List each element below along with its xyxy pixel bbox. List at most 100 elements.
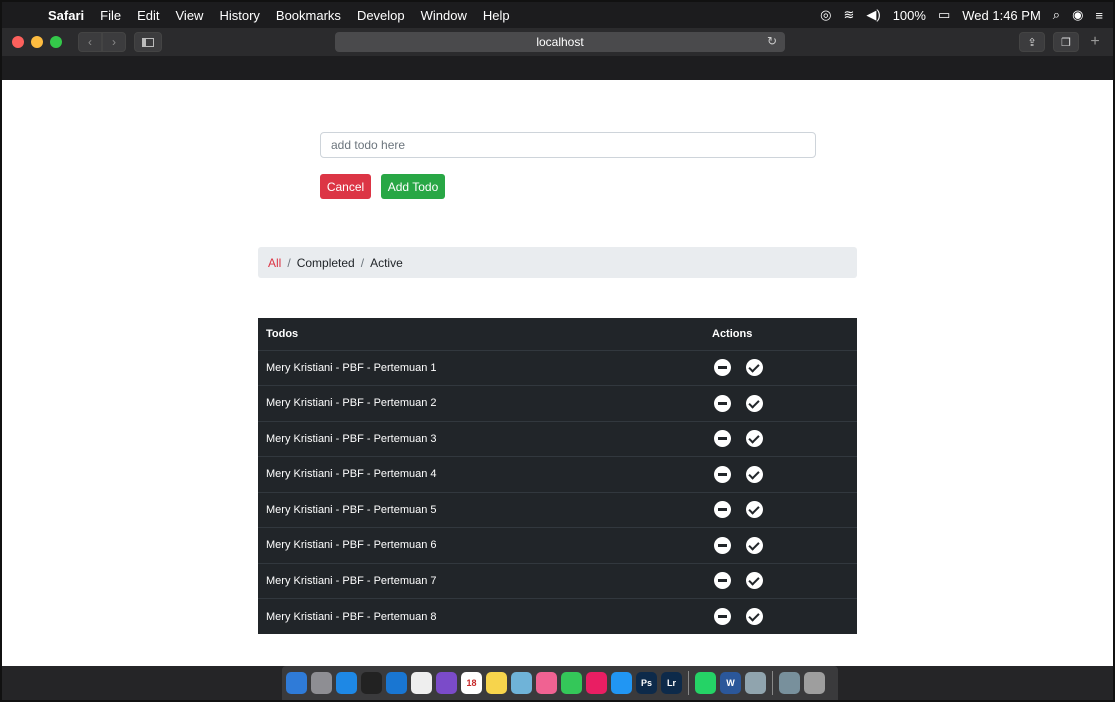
url-text: localhost — [536, 35, 584, 49]
word-icon[interactable]: W — [720, 672, 741, 694]
menu-file[interactable]: File — [92, 8, 129, 23]
app-store-icon[interactable] — [611, 672, 632, 694]
new-tab-button[interactable]: + — [1087, 33, 1103, 51]
notes-icon[interactable] — [486, 672, 507, 694]
spotlight-icon[interactable]: ⌕ — [1053, 7, 1060, 23]
delete-icon[interactable] — [714, 394, 731, 412]
delete-icon[interactable] — [714, 501, 731, 519]
photoshop-icon[interactable]: Ps — [636, 672, 657, 694]
sidebar-toggle-button[interactable] — [134, 32, 162, 52]
add-todo-button[interactable]: Add Todo — [381, 174, 445, 199]
complete-icon[interactable] — [746, 465, 763, 483]
todo-text: Mery Kristiani - PBF - Pertemuan 6 — [258, 527, 712, 563]
row-actions — [712, 456, 857, 492]
menu-bookmarks[interactable]: Bookmarks — [268, 8, 349, 23]
safari-icon[interactable] — [336, 672, 357, 694]
delete-icon[interactable] — [714, 430, 731, 448]
sublime-icon[interactable] — [411, 672, 432, 694]
forward-button[interactable]: › — [102, 32, 126, 52]
menu-bar: Safari File Edit View History Bookmarks … — [2, 2, 1113, 28]
trash-icon[interactable] — [804, 672, 825, 694]
calendar-icon[interactable]: 18 — [461, 672, 482, 694]
volume-icon[interactable]: ◀) — [866, 7, 880, 23]
todo-text: Mery Kristiani - PBF - Pertemuan 1 — [258, 349, 712, 386]
minimize-window-icon[interactable] — [31, 36, 43, 48]
complete-icon[interactable] — [746, 359, 763, 377]
filter-active-link[interactable]: Active — [370, 256, 403, 270]
todo-text: Mery Kristiani - PBF - Pertemuan 8 — [258, 598, 712, 634]
battery-icon[interactable]: ▭ — [938, 7, 950, 23]
dock-divider — [772, 671, 773, 695]
downloads-icon[interactable] — [779, 672, 800, 694]
nav-buttons: ‹ › — [78, 32, 126, 52]
table-row: Mery Kristiani - PBF - Pertemuan 6 — [258, 527, 857, 563]
row-actions — [712, 385, 857, 421]
filter-breadcrumb: All / Completed / Active — [258, 247, 857, 278]
close-window-icon[interactable] — [12, 36, 24, 48]
complete-icon[interactable] — [746, 394, 763, 412]
address-bar[interactable]: localhost ↻ — [335, 32, 785, 52]
row-actions — [712, 349, 857, 386]
dock: 18 Ps Lr W — [282, 666, 838, 700]
menu-help[interactable]: Help — [475, 8, 518, 23]
table-row: Mery Kristiani - PBF - Pertemuan 4 — [258, 456, 857, 492]
preview-docs-icon[interactable] — [745, 672, 766, 694]
vscode-icon[interactable] — [386, 672, 407, 694]
notification-center-icon[interactable]: ≡ — [1095, 8, 1103, 23]
siri-icon[interactable]: ◉ — [1072, 7, 1083, 23]
share-button[interactable]: ⇪ — [1019, 32, 1045, 52]
wifi-icon[interactable]: ≋ — [843, 7, 854, 23]
table-row: Mery Kristiani - PBF - Pertemuan 5 — [258, 491, 857, 528]
row-actions — [712, 527, 857, 563]
menu-view[interactable]: View — [168, 8, 212, 23]
todo-table: Todos Actions Mery Kristiani - PBF - Per… — [258, 318, 857, 634]
lightroom-icon[interactable]: Lr — [661, 672, 682, 694]
delete-icon[interactable] — [714, 536, 731, 554]
row-actions — [712, 598, 857, 634]
todo-text: Mery Kristiani - PBF - Pertemuan 4 — [258, 456, 712, 492]
filter-separator: / — [360, 255, 365, 270]
menu-edit[interactable]: Edit — [129, 8, 167, 23]
creative-cloud-icon[interactable]: ◎ — [820, 7, 831, 23]
tabs-overview-button[interactable]: ❐ — [1053, 32, 1079, 52]
delete-icon[interactable] — [714, 359, 731, 377]
launchpad-icon[interactable] — [311, 672, 332, 694]
todo-text: Mery Kristiani - PBF - Pertemuan 7 — [258, 562, 712, 599]
tab-strip — [2, 56, 1113, 80]
filter-completed-link[interactable]: Completed — [297, 256, 355, 270]
menu-develop[interactable]: Develop — [349, 8, 413, 23]
itunes-icon[interactable] — [586, 672, 607, 694]
terminal-icon[interactable] — [361, 672, 382, 694]
reload-icon[interactable]: ↻ — [767, 34, 777, 48]
github-desktop-icon[interactable] — [436, 672, 457, 694]
battery-percent[interactable]: 100% — [893, 8, 926, 23]
row-actions — [712, 491, 857, 528]
todo-input[interactable] — [320, 132, 816, 158]
preview-icon[interactable] — [511, 672, 532, 694]
complete-icon[interactable] — [746, 608, 763, 625]
menu-window[interactable]: Window — [413, 8, 475, 23]
complete-icon[interactable] — [746, 572, 763, 590]
cancel-button[interactable]: Cancel — [320, 174, 371, 199]
delete-icon[interactable] — [714, 465, 731, 483]
complete-icon[interactable] — [746, 501, 763, 519]
back-button[interactable]: ‹ — [78, 32, 102, 52]
photos-icon[interactable] — [536, 672, 557, 694]
delete-icon[interactable] — [714, 608, 731, 625]
row-actions — [712, 420, 857, 457]
clock[interactable]: Wed 1:46 PM — [962, 8, 1041, 23]
menu-safari[interactable]: Safari — [40, 8, 92, 23]
window-controls — [12, 36, 62, 48]
delete-icon[interactable] — [714, 572, 731, 590]
whatsapp-icon[interactable] — [695, 672, 716, 694]
dock-divider — [688, 671, 689, 695]
complete-icon[interactable] — [746, 536, 763, 554]
messages-icon[interactable] — [561, 672, 582, 694]
complete-icon[interactable] — [746, 430, 763, 448]
filter-all-link[interactable]: All — [268, 256, 281, 270]
table-row: Mery Kristiani - PBF - Pertemuan 1 — [258, 349, 857, 386]
dock-area: 18 Ps Lr W — [2, 666, 1113, 700]
finder-icon[interactable] — [286, 672, 307, 694]
fullscreen-window-icon[interactable] — [50, 36, 62, 48]
menu-history[interactable]: History — [211, 8, 267, 23]
